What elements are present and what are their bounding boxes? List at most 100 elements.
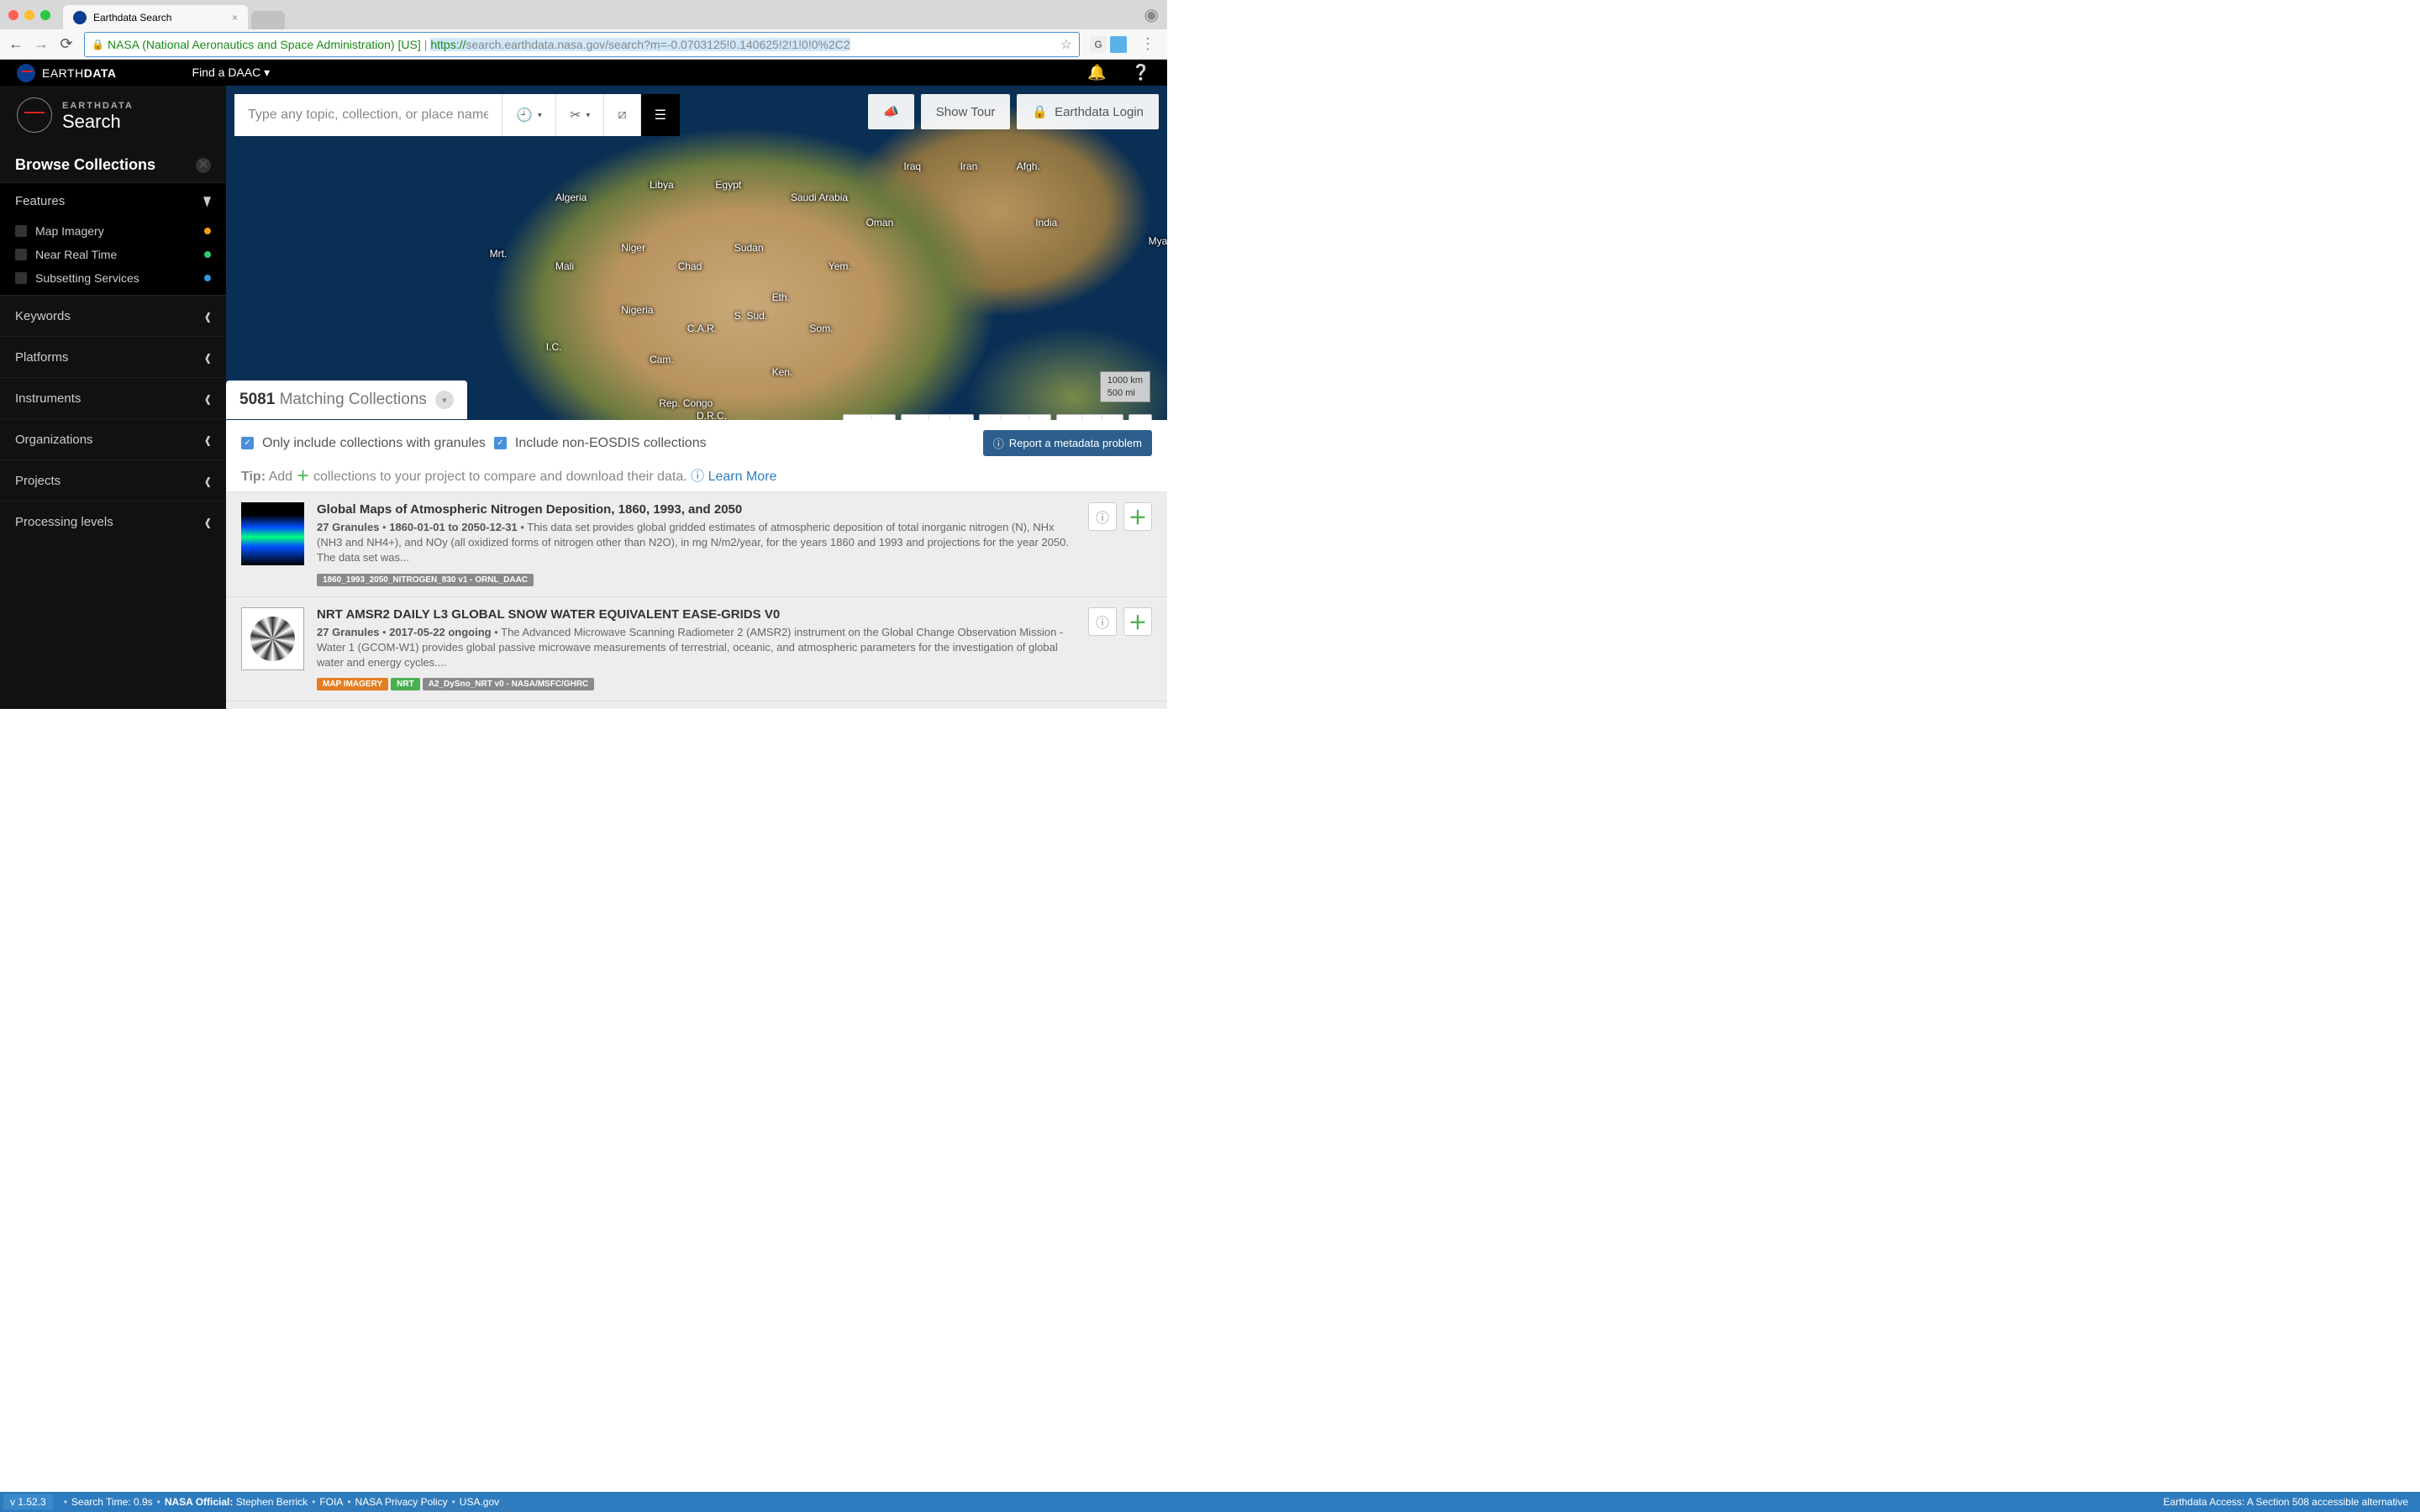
chevron-left-icon (205, 301, 211, 331)
app-title: Search (62, 111, 134, 133)
new-tab-button[interactable] (251, 11, 285, 29)
feature-item[interactable]: Subsetting Services (0, 266, 226, 290)
minimize-window-icon[interactable] (24, 10, 34, 20)
result-list: Global Maps of Atmospheric Nitrogen Depo… (226, 492, 1167, 709)
search-toolbar: 🕘▾ ✂▾ ⧄ ☰ 📣 Show Tour 🔒Earthdata Login (234, 94, 1159, 136)
learn-more-link[interactable]: Learn More (708, 470, 777, 484)
feature-list: Map Imagery Near Real Time Subsetting Se… (0, 219, 226, 295)
chevron-left-icon (205, 465, 211, 496)
result-item[interactable]: Global Maps of Atmospheric Nitrogen Depo… (226, 492, 1167, 597)
add-to-project-button[interactable]: ＋ (1123, 502, 1152, 531)
feature-item[interactable]: Map Imagery (0, 219, 226, 243)
info-button[interactable]: ⓘ (1088, 502, 1117, 531)
facet-row[interactable]: Organizations (0, 418, 226, 459)
result-title: Global Maps of Atmospheric Nitrogen Depo… (317, 502, 1076, 517)
footer-link[interactable]: NASA Privacy Policy (355, 1496, 448, 1508)
footer-link[interactable]: USA.gov (460, 1496, 499, 1508)
clock-icon: 🕘 (516, 107, 533, 123)
lock-icon: 🔒 (92, 39, 104, 50)
info-icon: ⓘ (1096, 612, 1109, 632)
facet-row[interactable]: Instruments (0, 377, 226, 418)
toolbar-menu-button[interactable]: ☰ (640, 94, 680, 136)
facet-row[interactable]: Projects (0, 459, 226, 501)
search-time: Search Time: 0.9s (71, 1496, 153, 1508)
result-thumbnail (241, 502, 304, 565)
granules-checkbox[interactable]: ✓ (241, 437, 254, 449)
show-tour-button[interactable]: Show Tour (921, 94, 1011, 129)
search-input[interactable] (234, 94, 502, 136)
browse-heading: Browse Collections (15, 156, 155, 174)
forward-button[interactable]: → (34, 35, 49, 53)
close-browse-icon[interactable]: ✕ (196, 158, 211, 173)
extension-icons: G (1090, 36, 1127, 53)
result-badge: NRT (391, 678, 420, 690)
result-item[interactable]: ⓘ (226, 701, 1167, 709)
result-item[interactable]: NRT AMSR2 DAILY L3 GLOBAL SNOW WATER EQU… (226, 597, 1167, 702)
browser-menu-icon[interactable]: ⋮ (1137, 35, 1159, 53)
chevron-left-icon (205, 342, 211, 372)
feature-label: Subsetting Services (35, 271, 139, 285)
close-window-icon[interactable] (8, 10, 18, 20)
checkbox[interactable] (15, 225, 27, 237)
info-icon: ⓘ (1096, 507, 1109, 527)
checkbox[interactable] (15, 272, 27, 284)
map-viewport[interactable]: IraqIranAfgh.AlgeriaLibyaEgyptSaudi Arab… (226, 86, 1167, 709)
results-count-tab[interactable]: 5081 Matching Collections ▾ (226, 381, 467, 419)
result-badge: A2_DySno_NRT v0 - NASA/MSFC/GHRC (423, 678, 595, 690)
checkbox[interactable] (15, 249, 27, 260)
result-badge: MAP IMAGERY (317, 678, 388, 690)
feature-item[interactable]: Near Real Time (0, 243, 226, 266)
feature-dot-icon (204, 275, 211, 281)
collapse-icon[interactable]: ▾ (435, 391, 454, 409)
result-badges: 1860_1993_2050_NITROGEN_830 v1 - ORNL_DA… (317, 571, 1076, 586)
nasa-meatball-icon (17, 97, 52, 133)
login-button[interactable]: 🔒Earthdata Login (1017, 94, 1159, 129)
close-tab-icon[interactable]: × (232, 12, 238, 24)
crop-icon: ✂ (570, 107, 581, 123)
facet-row[interactable]: Keywords (0, 295, 226, 336)
facet-label: Projects (15, 474, 60, 488)
megaphone-icon: 📣 (883, 104, 899, 119)
back-button[interactable]: ← (8, 35, 24, 53)
url-input[interactable]: 🔒 NASA (National Aeronautics and Space A… (84, 32, 1080, 57)
extension-icon[interactable]: G (1090, 36, 1107, 53)
eraser-icon: ⧄ (618, 108, 626, 123)
cert-org: NASA (National Aeronautics and Space Adm… (108, 38, 421, 51)
report-problem-button[interactable]: ⓘ Report a metadata problem (983, 430, 1152, 456)
main-layout: EARTHDATA Search Browse Collections ✕ Fe… (0, 86, 1167, 709)
app-header: EARTHDATA Search (0, 86, 226, 148)
facet-row[interactable]: Platforms (0, 336, 226, 377)
facet-row[interactable]: Processing levels (0, 501, 226, 542)
facet-label: Processing levels (15, 515, 113, 529)
brand-name: EARTHDATA (42, 66, 117, 80)
temporal-button[interactable]: 🕘▾ (502, 94, 555, 136)
browser-tab[interactable]: Earthdata Search × (63, 5, 248, 29)
bookmark-icon[interactable]: ☆ (1060, 36, 1072, 53)
spatial-button[interactable]: ✂▾ (555, 94, 603, 136)
info-icon: ⓘ (993, 435, 1004, 451)
facet-features[interactable]: Features (0, 182, 226, 219)
footer-link[interactable]: FOIA (319, 1496, 343, 1508)
caret-down-icon: ▾ (586, 111, 590, 120)
facet-label: Platforms (15, 350, 68, 365)
eosdis-checkbox[interactable]: ✓ (494, 437, 507, 449)
address-bar: ← → ⟳ 🔒 NASA (National Aeronautics and S… (0, 29, 1167, 60)
help-icon[interactable]: ❔ (1132, 64, 1150, 81)
maximize-window-icon[interactable] (40, 10, 50, 20)
favicon-icon (73, 11, 87, 24)
find-daac-dropdown[interactable]: Find a DAAC ▾ (192, 66, 271, 80)
chevron-left-icon (205, 424, 211, 454)
feature-dot-icon (204, 251, 211, 258)
info-button[interactable]: ⓘ (1088, 607, 1117, 636)
window-controls (8, 10, 50, 20)
extension-icon[interactable] (1110, 36, 1127, 53)
clear-button[interactable]: ⧄ (603, 94, 639, 136)
tour-announce-button[interactable]: 📣 (868, 94, 914, 129)
user-icon[interactable]: ◉ (1144, 4, 1159, 25)
feature-label: Map Imagery (35, 224, 104, 238)
reload-button[interactable]: ⟳ (59, 35, 74, 53)
accessibility-link[interactable]: Earthdata Access: A Section 508 accessib… (2163, 1496, 2417, 1508)
sidebar: EARTHDATA Search Browse Collections ✕ Fe… (0, 86, 226, 709)
add-to-project-button[interactable]: ＋ (1123, 607, 1152, 636)
bell-icon[interactable]: 🔔 (1087, 64, 1106, 81)
